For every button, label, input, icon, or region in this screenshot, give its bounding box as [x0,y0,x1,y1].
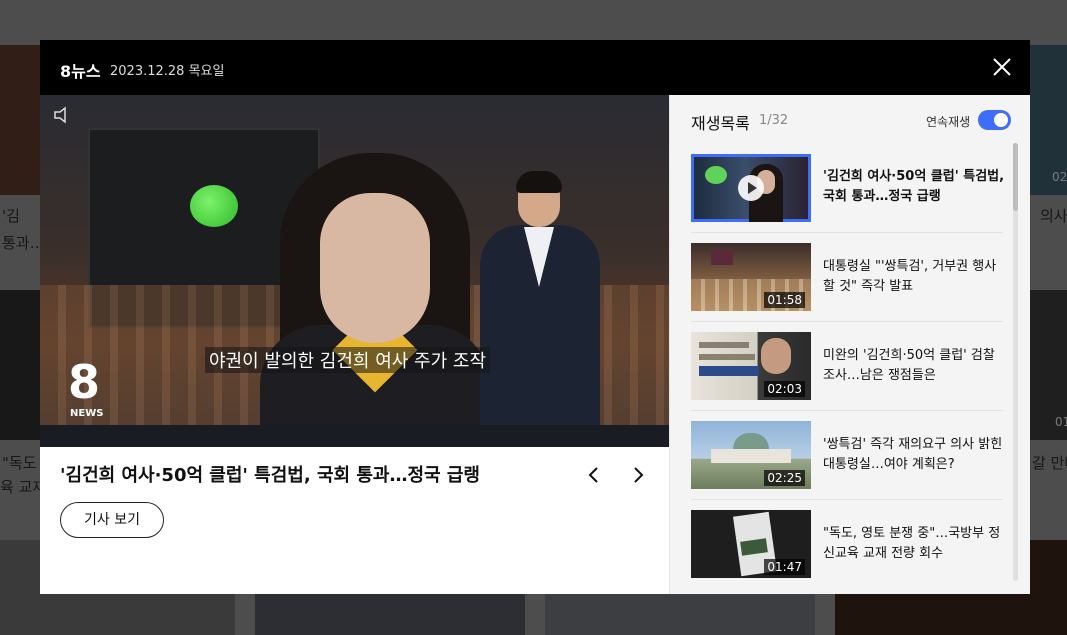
playlist-item[interactable]: 01:58 대통령실 "'쌍특검', 거부권 행사할 것" 즉각 발표 [691,232,1003,320]
playlist-panel: 재생목록 1/32 연속재생 '김건희 여사·50억 클럽' 특검법, 국회 통… [669,95,1030,594]
chevron-right-icon[interactable] [626,463,650,487]
duration-badge: 01:58 [764,292,805,308]
chevron-left-icon[interactable] [582,463,606,487]
anchor-figure [516,171,562,193]
broadcast-date: 2023.12.28 목요일 [110,64,225,79]
playlist-item-title: "독도, 영토 분쟁 중"…국방부 정신교육 교재 전량 회수 [823,526,1001,561]
vote-indicator [190,185,238,227]
playlist-item-title: '쌍특검' 즉각 재의요구 의사 밝힌 대통령실…여야 계획은? [823,437,1003,472]
autoplay-label: 연속재생 [926,115,971,129]
duration-badge: 01:47 [764,559,805,575]
news-logo: 8 [68,355,101,409]
playlist-item-title: 미완의 '김건희·50억 클럽' 검찰 조사…남은 쟁점들은 [823,348,995,383]
autoplay-toggle[interactable] [978,110,1011,130]
playlist-thumbnail: 02:25 [691,421,811,489]
video-title: '김건희 여사·50억 클럽' 특검법, 국회 통과…정국 급랭 [60,465,480,486]
playlist-thumbnail [691,154,811,222]
duration-badge: 02:03 [764,381,805,397]
playlist-item[interactable]: 02:25 '쌍특검' 즉각 재의요구 의사 밝힌 대통령실…여야 계획은? [691,410,1003,498]
playlist-thumbnail: 01:58 [691,243,811,311]
scrollbar-thumb[interactable] [1013,143,1018,211]
playlist-title: 재생목록 [691,114,750,133]
playlist-item-title: 대통령실 "'쌍특검', 거부권 행사할 것" 즉각 발표 [823,259,997,294]
video-player[interactable]: 야권이 발의한 김건희 여사 주가 조작 8 NEWS [40,95,669,447]
news-logo-text: NEWS [70,408,104,419]
playlist-count: 1/32 [759,113,789,128]
playlist-scrollbar[interactable] [1013,143,1018,581]
person-figure [320,193,430,343]
brand-title: 8뉴스 [60,62,101,81]
view-article-button[interactable]: 기사 보기 [60,502,164,538]
duration-badge: 02:25 [764,470,805,486]
toggle-knob [994,113,1008,127]
playlist-item-title: '김건희 여사·50억 클럽' 특검법, 국회 통과…정국 급랭 [823,169,1005,204]
modal-header: 8뉴스 2023.12.28 목요일 [40,40,1030,95]
playlist-thumbnail: 02:03 [691,332,811,400]
playlist-item[interactable]: 01:47 "독도, 영토 분쟁 중"…국방부 정신교육 교재 전량 회수 [691,499,1003,587]
audio-icon[interactable] [52,105,76,125]
playlist-thumbnail: 01:47 [691,510,811,578]
playlist-item[interactable]: 02:03 미완의 '김건희·50억 클럽' 검찰 조사…남은 쟁점들은 [691,321,1003,409]
video-modal: 8뉴스 2023.12.28 목요일 야권이 발의한 김건희 여사 주가 조작 … [40,40,1030,594]
close-icon[interactable] [990,55,1014,79]
playlist-item[interactable]: '김건희 여사·50억 클럽' 특검법, 국회 통과…정국 급랭 [691,153,1005,241]
news-desk [40,425,669,447]
video-caption: 야권이 발의한 김건희 여사 주가 조작 [205,347,491,373]
play-icon [738,175,764,201]
